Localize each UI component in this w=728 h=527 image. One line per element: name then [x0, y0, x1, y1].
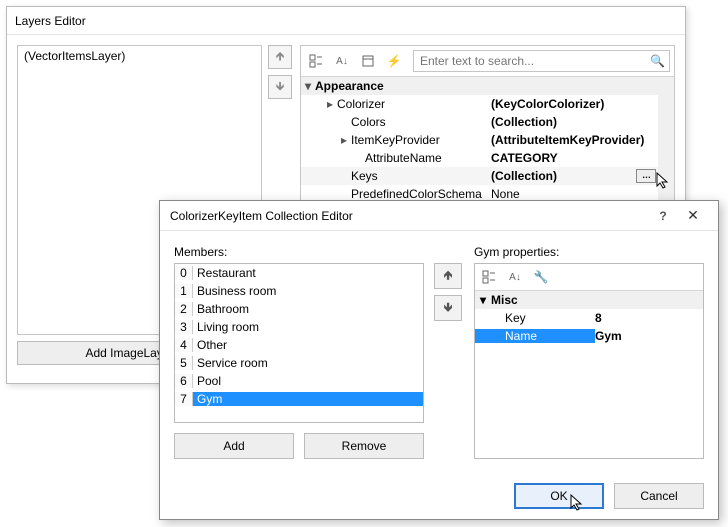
- property-name: Keys: [351, 169, 378, 183]
- expander-icon[interactable]: ▸: [323, 97, 337, 111]
- expander-icon[interactable]: ▸: [337, 133, 351, 147]
- category-label: Appearance: [315, 79, 384, 93]
- property-value[interactable]: None: [487, 187, 674, 201]
- misc-category[interactable]: ▾ Misc: [475, 291, 703, 309]
- property-row[interactable]: Colors (Collection): [301, 113, 674, 131]
- ellipsis-button[interactable]: …: [636, 169, 656, 183]
- property-name: Colorizer: [337, 97, 385, 111]
- dialog-title: ColorizerKeyItem Collection Editor: [170, 209, 648, 223]
- member-index: 1: [175, 284, 193, 298]
- wrench-icon[interactable]: 🔧: [530, 267, 552, 287]
- member-label: Gym: [193, 392, 423, 406]
- property-value[interactable]: (AttributeItemKeyProvider): [487, 133, 674, 147]
- key-row[interactable]: Key 8: [475, 309, 703, 327]
- member-row[interactable]: 0Restaurant: [175, 264, 423, 282]
- member-index: 0: [175, 266, 193, 280]
- property-value[interactable]: (Collection): [487, 115, 674, 129]
- window-title: Layers Editor: [15, 14, 677, 28]
- member-label: Other: [193, 338, 423, 352]
- member-label: Service room: [193, 356, 423, 370]
- member-label: Bathroom: [193, 302, 423, 316]
- member-index: 6: [175, 374, 193, 388]
- property-value[interactable]: (Collection)…: [487, 169, 674, 183]
- property-row[interactable]: ▸Colorizer (KeyColorColorizer): [301, 95, 674, 113]
- member-row[interactable]: 6Pool: [175, 372, 423, 390]
- key-value[interactable]: 8: [595, 311, 703, 325]
- property-name: Colors: [351, 115, 386, 129]
- expander-icon[interactable]: ▾: [475, 293, 491, 307]
- members-list[interactable]: 0Restaurant1Business room2Bathroom3Livin…: [174, 263, 424, 423]
- collection-editor-dialog: ColorizerKeyItem Collection Editor ? ✕ M…: [159, 200, 719, 520]
- properties-label: Gym properties:: [474, 245, 704, 259]
- property-value[interactable]: CATEGORY: [487, 151, 674, 165]
- name-value[interactable]: Gym: [595, 329, 703, 343]
- member-index: 5: [175, 356, 193, 370]
- property-row[interactable]: AttributeName CATEGORY: [301, 149, 674, 167]
- member-down-button[interactable]: 🡻: [434, 295, 462, 321]
- alphabetical-icon[interactable]: A↓: [331, 51, 353, 71]
- layers-editor-titlebar: Layers Editor: [7, 7, 685, 35]
- close-button[interactable]: ✕: [678, 207, 708, 224]
- member-row[interactable]: 4Other: [175, 336, 423, 354]
- property-name: AttributeName: [365, 151, 442, 165]
- property-name: PredefinedColorSchema: [351, 187, 482, 201]
- name-row[interactable]: Name Gym: [475, 327, 703, 345]
- search-input[interactable]: [418, 53, 650, 69]
- property-value[interactable]: (KeyColorColorizer): [487, 97, 674, 111]
- expander-icon[interactable]: ▾: [301, 79, 315, 93]
- member-row[interactable]: 5Service room: [175, 354, 423, 372]
- members-label: Members:: [174, 245, 424, 259]
- member-label: Living room: [193, 320, 423, 334]
- search-box[interactable]: 🔍: [413, 50, 670, 72]
- ok-button[interactable]: OK: [514, 483, 604, 509]
- category-row[interactable]: ▾ Appearance: [301, 77, 674, 95]
- property-row[interactable]: Keys (Collection)…: [301, 167, 674, 185]
- name-label: Name: [505, 329, 537, 343]
- property-pages-icon[interactable]: [357, 51, 379, 71]
- key-label: Key: [505, 311, 526, 325]
- move-down-button[interactable]: 🡻: [268, 75, 292, 99]
- member-index: 7: [175, 392, 193, 406]
- member-row[interactable]: 7Gym: [175, 390, 423, 408]
- member-label: Pool: [193, 374, 423, 388]
- member-label: Business room: [193, 284, 423, 298]
- member-up-button[interactable]: 🡹: [434, 263, 462, 289]
- property-name: ItemKeyProvider: [351, 133, 440, 147]
- search-icon[interactable]: 🔍: [650, 54, 665, 68]
- member-row[interactable]: 2Bathroom: [175, 300, 423, 318]
- layers-list-item[interactable]: (VectorItemsLayer): [18, 46, 261, 66]
- member-index: 2: [175, 302, 193, 316]
- events-icon[interactable]: ⚡: [383, 51, 405, 71]
- member-index: 4: [175, 338, 193, 352]
- categorized-icon[interactable]: [478, 267, 500, 287]
- member-index: 3: [175, 320, 193, 334]
- member-property-grid: A↓ 🔧 ▾ Misc Key 8 Name Gym: [474, 263, 704, 459]
- misc-label: Misc: [491, 293, 518, 307]
- property-row[interactable]: ▸ItemKeyProvider (AttributeItemKeyProvide…: [301, 131, 674, 149]
- move-up-button[interactable]: 🡹: [268, 45, 292, 69]
- categorized-icon[interactable]: [305, 51, 327, 71]
- member-label: Restaurant: [193, 266, 423, 280]
- member-row[interactable]: 3Living room: [175, 318, 423, 336]
- dialog-titlebar: ColorizerKeyItem Collection Editor ? ✕: [160, 201, 718, 231]
- member-row[interactable]: 1Business room: [175, 282, 423, 300]
- remove-button[interactable]: Remove: [304, 433, 424, 459]
- add-button[interactable]: Add: [174, 433, 294, 459]
- cancel-button[interactable]: Cancel: [614, 483, 704, 509]
- alphabetical-icon[interactable]: A↓: [504, 267, 526, 287]
- help-button[interactable]: ?: [648, 209, 678, 223]
